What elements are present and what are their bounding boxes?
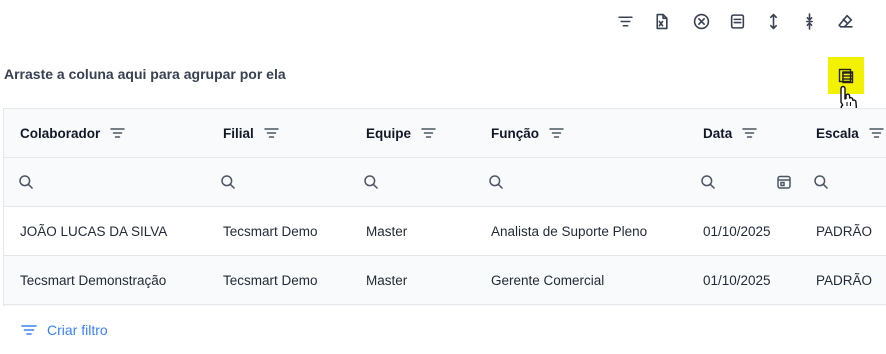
filter-cell-filial[interactable] <box>220 158 236 206</box>
group-panel-text: Arraste a coluna aqui para agrupar por e… <box>4 66 286 82</box>
cell-equipe: Master <box>366 223 408 239</box>
filter-icon <box>21 325 37 335</box>
filter-row <box>4 158 886 207</box>
column-list-icon <box>838 68 854 83</box>
column-filter-icon[interactable] <box>549 127 564 139</box>
export-excel-icon[interactable] <box>648 8 674 34</box>
column-filter-icon[interactable] <box>742 127 758 139</box>
table-row[interactable]: Tecsmart Demonstração Tecsmart Demo Mast… <box>4 256 886 305</box>
cell-equipe: Master <box>366 272 408 288</box>
cell-data: 01/10/2025 <box>703 223 771 239</box>
column-filter-icon[interactable] <box>110 127 126 139</box>
cell-colaborador: Tecsmart Demonstração <box>20 272 167 288</box>
eraser-icon[interactable] <box>832 8 858 34</box>
cell-data: 01/10/2025 <box>703 272 771 288</box>
calendar-icon[interactable] <box>776 158 792 206</box>
create-filter-label: Criar filtro <box>47 322 108 338</box>
table-row[interactable]: JOÃO LUCAS DA SILVA Tecsmart Demo Master… <box>4 207 886 256</box>
cell-filial: Tecsmart Demo <box>223 223 318 239</box>
column-filter-icon[interactable] <box>869 127 884 139</box>
filter-cell-data[interactable] <box>700 158 716 206</box>
cell-funcao: Analista de Suporte Pleno <box>491 223 648 239</box>
cell-colaborador: JOÃO LUCAS DA SILVA <box>20 223 168 239</box>
cell-filial: Tecsmart Demo <box>223 272 318 288</box>
cell-escala: PADRÃO <box>816 223 873 239</box>
cell-funcao: Gerente Comercial <box>491 272 605 288</box>
column-header-equipe[interactable]: Equipe <box>366 109 436 157</box>
search-icon <box>19 175 34 190</box>
filter-cell-colaborador[interactable] <box>18 158 34 206</box>
column-header-data[interactable]: Data <box>703 109 758 157</box>
search-icon <box>489 175 504 190</box>
cell-escala: PADRÃO <box>816 272 873 288</box>
filter-cell-funcao[interactable] <box>488 158 504 206</box>
search-icon <box>221 175 236 190</box>
column-header-escala[interactable]: Escala <box>816 109 884 157</box>
column-header-filial[interactable]: Filial <box>223 109 279 157</box>
create-filter-button[interactable]: Criar filtro <box>21 322 108 338</box>
column-header-colaborador[interactable]: Colaborador <box>20 109 126 157</box>
clear-filter-icon[interactable] <box>688 8 714 34</box>
column-header-funcao[interactable]: Função <box>491 109 564 157</box>
search-icon <box>364 175 379 190</box>
filter-icon[interactable] <box>612 8 638 34</box>
column-filter-icon[interactable] <box>264 127 279 139</box>
filter-cell-equipe[interactable] <box>363 158 379 206</box>
row-height-icon[interactable] <box>760 8 786 34</box>
column-filter-icon[interactable] <box>421 127 436 139</box>
data-grid: Colaborador Filial Equipe Função Data Es… <box>3 108 886 306</box>
header-row: Colaborador Filial Equipe Função Data Es… <box>4 109 886 158</box>
search-icon <box>814 175 829 190</box>
search-icon <box>701 175 716 190</box>
column-chooser-icon[interactable] <box>724 8 750 34</box>
compact-icon[interactable] <box>796 8 822 34</box>
grid-toolbar <box>0 8 886 34</box>
filter-cell-escala[interactable] <box>813 158 829 206</box>
